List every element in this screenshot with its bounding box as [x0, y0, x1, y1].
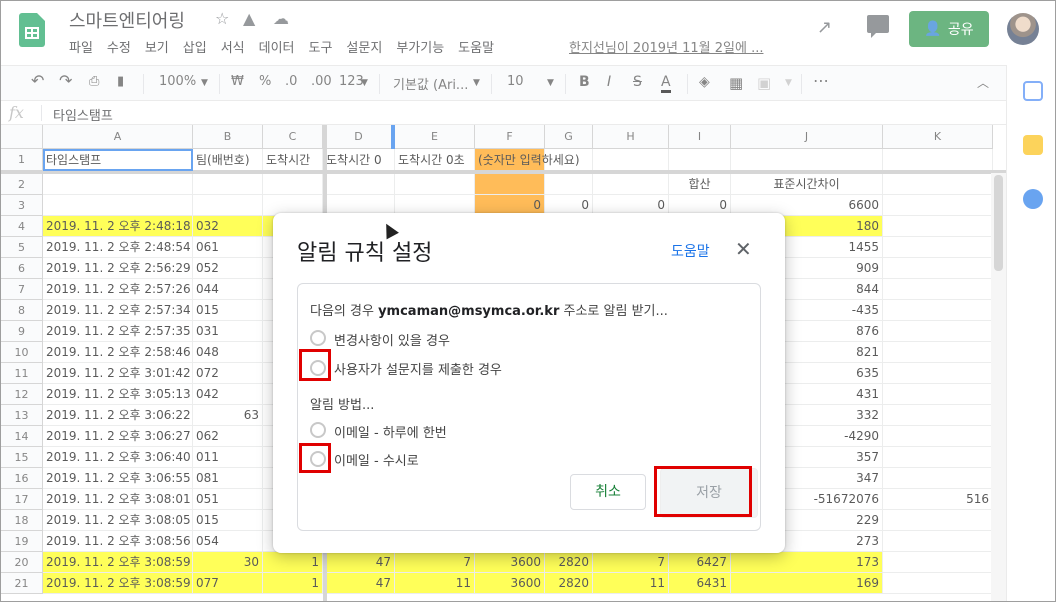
radio-changes-made[interactable] [310, 330, 326, 346]
radio-email-daily[interactable] [310, 422, 326, 438]
sheets-window: 스마트엔티어링 ☆ ▲ ☁ 파일 수정 보기 삽입 서식 데이터 도구 설문지 … [0, 0, 1056, 602]
close-icon[interactable]: ✕ [735, 237, 752, 261]
dialog-title: 알림 규칙 설정 [297, 241, 433, 266]
notify-prefix: 다음의 경우 [310, 304, 374, 319]
notify-when-label: 다음의 경우 ymcaman@msymca.or.kr 주소로 알림 받기... [310, 300, 668, 319]
annotation-highlight-instant-radio [299, 443, 331, 473]
cancel-button[interactable]: 취소 [570, 474, 646, 510]
notify-method-label: 알림 방법... [310, 398, 375, 413]
radio-email-daily-label[interactable]: 이메일 - 하루에 한번 [334, 422, 447, 441]
notify-suffix: 주소로 알림 받기... [563, 304, 668, 319]
radio-email-instant-label[interactable]: 이메일 - 수시로 [334, 450, 419, 469]
help-link[interactable]: 도움말 [671, 241, 710, 261]
annotation-highlight-save-button [654, 466, 752, 517]
radio-form-submitted-label[interactable]: 사용자가 설문지를 제출한 경우 [334, 359, 502, 378]
notify-email: ymcaman@msymca.or.kr [378, 304, 560, 319]
annotation-highlight-form-radio [299, 349, 331, 381]
radio-changes-made-label[interactable]: 변경사항이 있을 경우 [334, 330, 450, 349]
